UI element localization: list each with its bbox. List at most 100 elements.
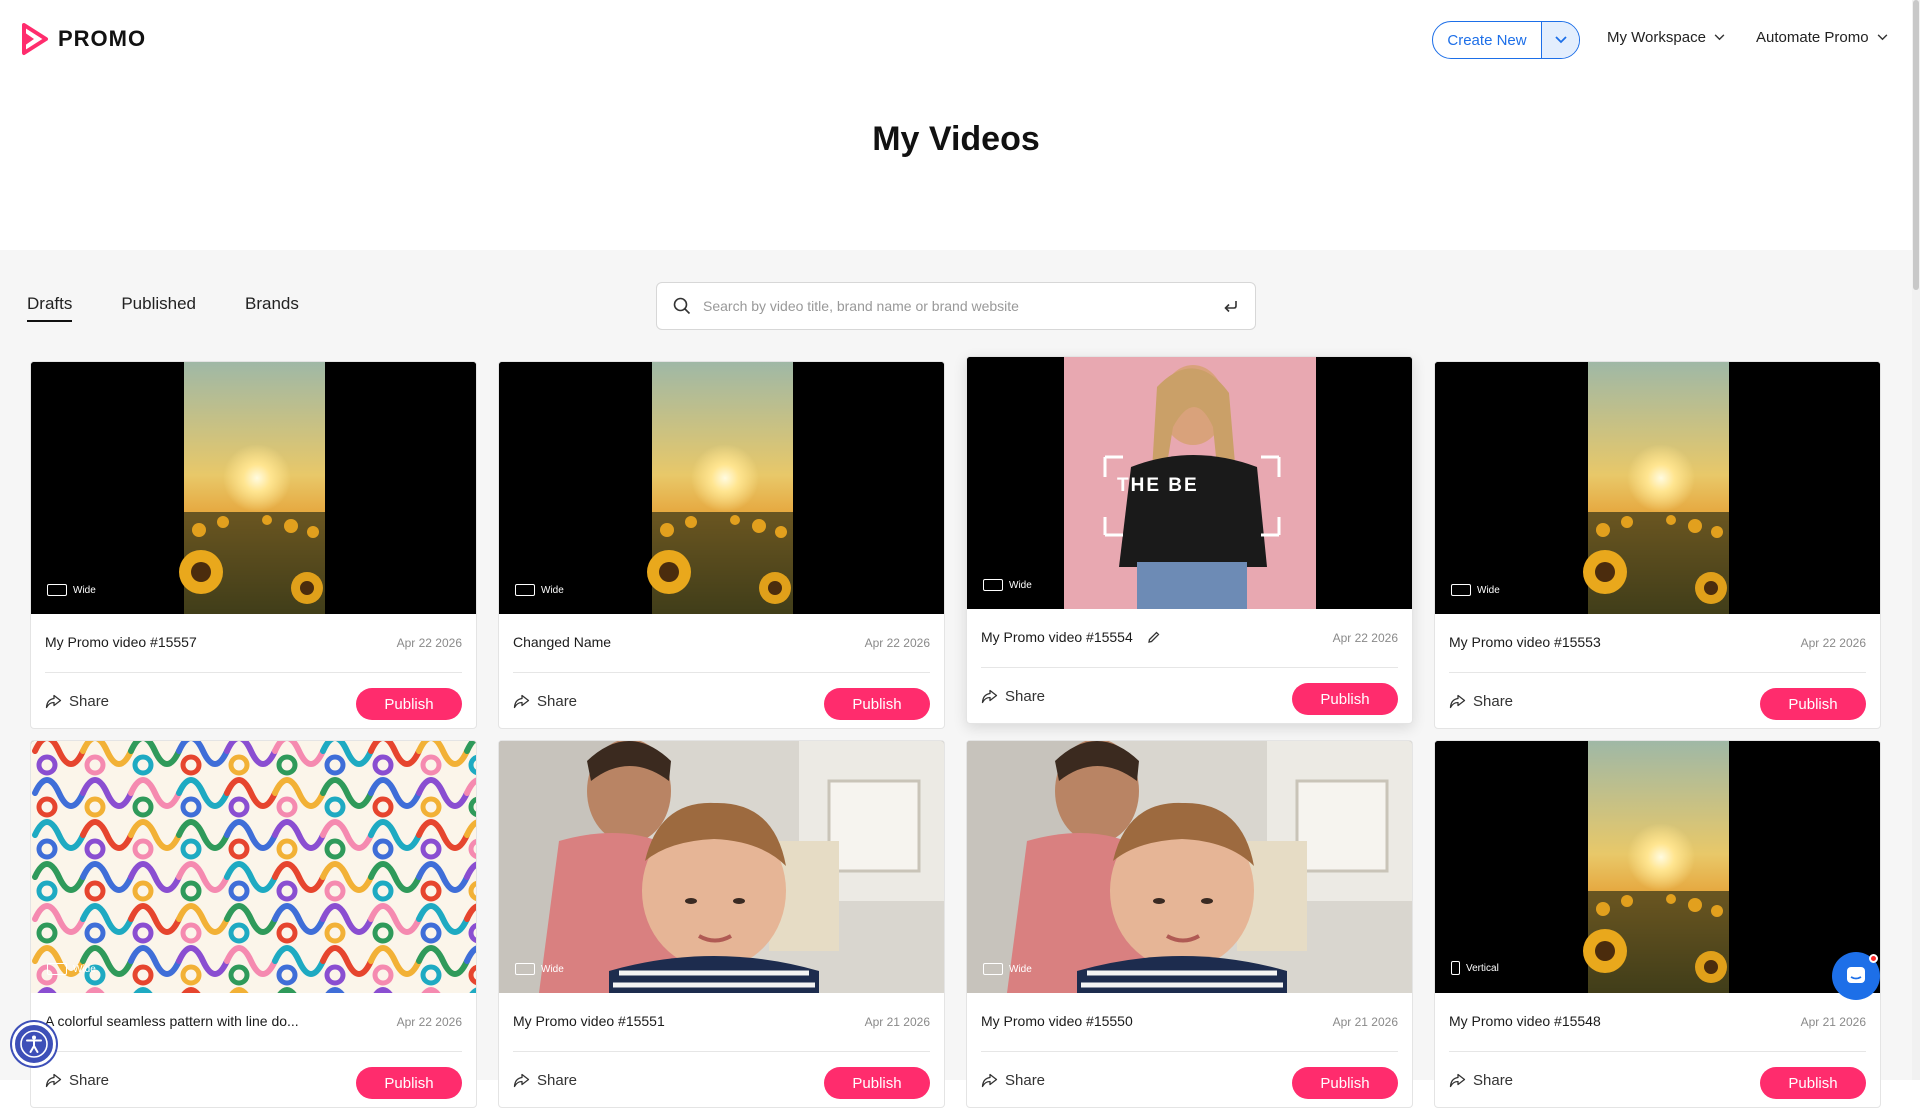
video-card[interactable]: Wide My Promo video #15551 Apr 21 2026 S… (498, 740, 945, 1108)
share-icon (45, 1073, 62, 1088)
logo-text: PROMO (58, 26, 147, 51)
video-title[interactable]: My Promo video #15554 (981, 629, 1161, 645)
video-card[interactable]: Wide My Promo video #15557 Apr 22 2026 S… (30, 361, 477, 729)
format-label: Wide (541, 584, 564, 596)
wide-format-icon (515, 584, 535, 596)
video-card[interactable]: THE BE Wide My Promo video #15554 Apr 22… (966, 356, 1413, 724)
publish-button[interactable]: Publish (1760, 688, 1866, 720)
share-button[interactable]: Share (1449, 1072, 1513, 1089)
video-thumbnail[interactable]: Wide (499, 362, 944, 614)
card-divider (45, 672, 462, 673)
video-thumbnail[interactable]: THE BE Wide (967, 357, 1412, 609)
scrollbar-thumb[interactable] (1913, 0, 1919, 290)
video-title[interactable]: My Promo video #15550 (981, 1013, 1133, 1029)
video-card[interactable]: Wide My Promo video #15550 Apr 21 2026 S… (966, 740, 1413, 1108)
video-title[interactable]: A colorful seamless pattern with line do… (45, 1013, 299, 1029)
card-divider (45, 1051, 462, 1052)
share-button[interactable]: Share (981, 1072, 1045, 1089)
video-title[interactable]: My Promo video #15557 (45, 634, 197, 650)
video-date: Apr 21 2026 (1332, 1015, 1398, 1029)
publish-button[interactable]: Publish (1292, 1067, 1398, 1099)
share-button[interactable]: Share (1449, 693, 1513, 710)
video-card[interactable]: Wide My Promo video #15553 Apr 22 2026 S… (1434, 361, 1881, 729)
format-label: Wide (541, 963, 564, 975)
video-title-text: A colorful seamless pattern with line do… (45, 1013, 299, 1029)
wide-format-icon (47, 963, 67, 975)
publish-button[interactable]: Publish (356, 688, 462, 720)
vertical-format-icon (1451, 961, 1460, 975)
video-title[interactable]: My Promo video #15553 (1449, 634, 1601, 650)
tab-published[interactable]: Published (121, 294, 196, 322)
thumbnail-sunflower-image (1435, 362, 1880, 614)
format-badge: Vertical (1451, 961, 1499, 975)
format-label: Vertical (1466, 962, 1499, 974)
publish-button[interactable]: Publish (356, 1067, 462, 1099)
promo-logo[interactable]: PROMO (22, 22, 146, 56)
video-date: Apr 22 2026 (864, 636, 930, 650)
share-label: Share (537, 1072, 578, 1089)
wide-format-icon (1451, 584, 1471, 596)
chevron-down-icon (1714, 34, 1725, 41)
tab-drafts[interactable]: Drafts (27, 294, 73, 322)
video-title[interactable]: My Promo video #15551 (513, 1013, 665, 1029)
card-divider (981, 1051, 1398, 1052)
video-card[interactable]: Wide Changed Name Apr 22 2026 Share Publ… (498, 361, 945, 729)
format-label: Wide (1009, 963, 1032, 975)
format-badge: Wide (47, 584, 96, 596)
create-new-split-button: Create New (1432, 21, 1580, 59)
video-date: Apr 22 2026 (396, 1015, 462, 1029)
share-button[interactable]: Share (45, 1072, 109, 1089)
search-input[interactable] (703, 298, 1211, 314)
format-badge: Wide (515, 963, 564, 975)
share-icon (981, 1073, 998, 1088)
my-workspace-menu[interactable]: My Workspace (1607, 29, 1725, 46)
video-thumbnail[interactable]: Wide (967, 741, 1412, 993)
share-icon (513, 694, 530, 709)
format-label: Wide (73, 584, 96, 596)
edit-pencil-icon[interactable] (1147, 630, 1161, 644)
format-label: Wide (1477, 584, 1500, 596)
video-thumbnail[interactable]: Wide (1435, 362, 1880, 614)
video-thumbnail[interactable]: Wide (31, 362, 476, 614)
create-new-button[interactable]: Create New (1433, 32, 1541, 49)
video-card[interactable]: Vertical My Promo video #15548 Apr 21 20… (1434, 740, 1881, 1108)
publish-button[interactable]: Publish (824, 688, 930, 720)
share-icon (981, 689, 998, 704)
video-date: Apr 22 2026 (1332, 631, 1398, 645)
tab-brands[interactable]: Brands (245, 294, 299, 322)
video-thumbnail[interactable]: Vertical (1435, 741, 1880, 993)
share-label: Share (69, 1072, 110, 1089)
accessibility-button[interactable] (12, 1022, 56, 1066)
video-title-text: My Promo video #15550 (981, 1013, 1133, 1029)
video-date: Apr 22 2026 (1800, 636, 1866, 650)
card-divider (1449, 672, 1866, 673)
automate-promo-menu[interactable]: Automate Promo (1756, 29, 1888, 46)
publish-button[interactable]: Publish (1760, 1067, 1866, 1099)
publish-button[interactable]: Publish (1292, 683, 1398, 715)
card-divider (513, 1051, 930, 1052)
video-thumbnail[interactable]: Wide (31, 741, 476, 993)
format-label: Wide (73, 963, 96, 975)
share-button[interactable]: Share (513, 1072, 577, 1089)
video-title[interactable]: My Promo video #15548 (1449, 1013, 1601, 1029)
share-button[interactable]: Share (981, 688, 1045, 705)
video-card[interactable]: Wide A colorful seamless pattern with li… (30, 740, 477, 1108)
create-new-dropdown-button[interactable] (1541, 22, 1579, 58)
share-button[interactable]: Share (45, 693, 109, 710)
format-badge: Wide (983, 963, 1032, 975)
video-title[interactable]: Changed Name (513, 634, 611, 650)
publish-button[interactable]: Publish (824, 1067, 930, 1099)
video-date: Apr 21 2026 (864, 1015, 930, 1029)
search-icon (673, 297, 691, 315)
page-title: My Videos (872, 120, 1040, 158)
page-scrollbar[interactable] (1912, 0, 1920, 1080)
video-date: Apr 21 2026 (1800, 1015, 1866, 1029)
share-label: Share (1473, 693, 1514, 710)
enter-return-icon[interactable] (1223, 299, 1239, 313)
video-thumbnail[interactable]: Wide (499, 741, 944, 993)
chat-support-button[interactable] (1832, 952, 1880, 1000)
share-button[interactable]: Share (513, 693, 577, 710)
automate-promo-label: Automate Promo (1756, 29, 1869, 46)
share-label: Share (1473, 1072, 1514, 1089)
share-label: Share (1005, 688, 1046, 705)
